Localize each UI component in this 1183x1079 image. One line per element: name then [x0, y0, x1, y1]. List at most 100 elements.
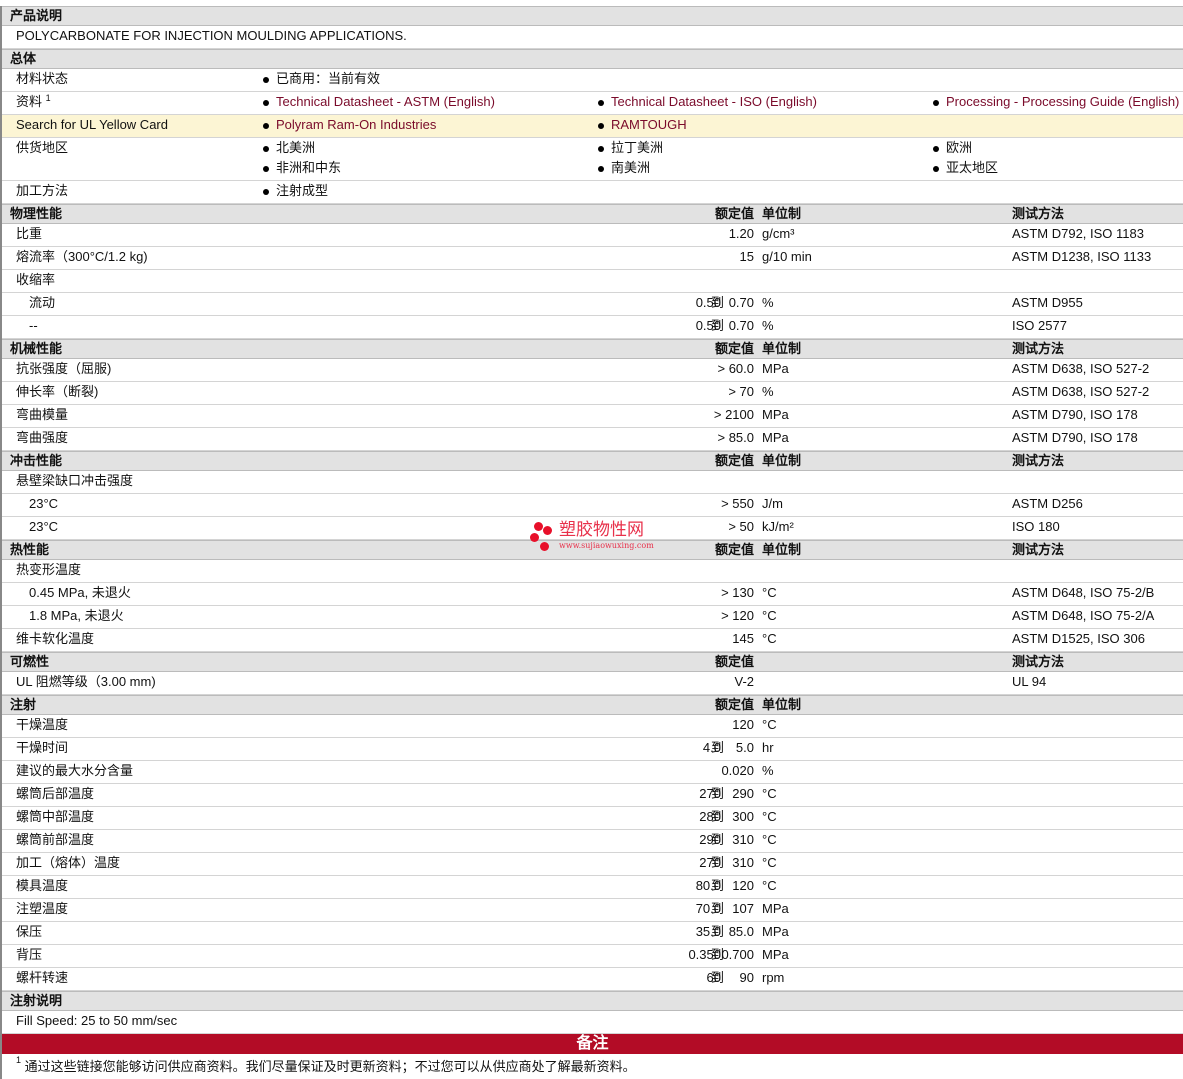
range-to: 到 — [711, 901, 725, 916]
logo-dot — [543, 526, 552, 535]
notes-banner: 备注 — [2, 1034, 1183, 1054]
property-unit: g/10 min — [762, 249, 812, 264]
footnote-ref[interactable]: 1 — [46, 93, 51, 103]
method-column-header: 测试方法 — [1012, 654, 1065, 669]
method-column-header: 测试方法 — [1012, 542, 1065, 557]
property-label: 注塑温度 — [16, 901, 69, 916]
property-unit: °C — [762, 878, 777, 893]
row-label: 供货地区 — [16, 140, 69, 155]
property-unit: hr — [762, 740, 774, 755]
watermark-url: www.sujiaowuxing.com — [559, 541, 654, 550]
property-row: 螺筒前部温度 290 到 310 °C — [2, 830, 1183, 853]
method-column-header: 测试方法 — [1012, 341, 1065, 356]
property-label: 23°C — [29, 519, 59, 534]
property-row: 螺杆转速 60 到 90 rpm — [2, 968, 1183, 991]
row-label: 加工方法 — [16, 183, 69, 198]
row-label: 资料 1 — [16, 92, 51, 112]
test-method: ASTM D790, ISO 178 — [1012, 407, 1138, 422]
footnote: 1 通过这些链接您能够访问供应商资料。我们尽量保证及时更新资料；不过您可以从供应… — [2, 1054, 1183, 1079]
property-label: 螺筒后部温度 — [16, 786, 95, 801]
link-polyram[interactable]: Polyram Ram-On Industries — [276, 117, 436, 132]
property-label: 建议的最大水分含量 — [16, 763, 134, 778]
property-unit: MPa — [762, 947, 789, 962]
property-value: > 85.0 — [717, 430, 754, 445]
property-row: 保压 35.0 到 85.0 MPa — [2, 922, 1183, 945]
link-datasheet-iso[interactable]: Technical Datasheet - ISO (English) — [611, 94, 817, 109]
property-label: 保压 — [16, 924, 43, 939]
link-datasheet-astm[interactable]: Technical Datasheet - ASTM (English) — [276, 94, 495, 109]
watermark-title: 塑胶物性网 — [559, 520, 644, 539]
range-to: 到 — [711, 809, 725, 824]
property-row: 0.45 MPa, 未退火 > 130 °C ASTM D648, ISO 75-2/… — [2, 583, 1183, 606]
section-header-injection-notes: 注射说明 — [2, 991, 1183, 1011]
section-title: 注射 — [10, 697, 37, 712]
property-row: 收缩率 — [2, 270, 1183, 293]
section-header: 机械性能 额定值 单位制 测试方法 — [2, 339, 1183, 359]
property-row: 干燥时间 4.0 到 5.0 hr — [2, 738, 1183, 761]
property-value: > 60.0 — [717, 361, 754, 376]
region-item: 亚太地区 — [932, 158, 998, 178]
description-text: POLYCARBONATE FOR INJECTION MOULDING APP… — [16, 28, 407, 43]
property-value: 145 — [732, 631, 754, 646]
link-processing-guide[interactable]: Processing - Processing Guide (English) — [946, 94, 1179, 109]
test-method: ISO 2577 — [1012, 318, 1067, 333]
section-header-description: 产品说明 — [2, 6, 1183, 26]
property-value: 0.020 — [721, 763, 754, 778]
section-title: 可燃性 — [10, 654, 50, 669]
property-unit: J/m — [762, 496, 783, 511]
property-unit: MPa — [762, 430, 789, 445]
property-row: 23°C > 550 J/m ASTM D256 — [2, 494, 1183, 517]
test-method: ASTM D955 — [1012, 295, 1083, 310]
section-header: 可燃性 额定值 测试方法 — [2, 652, 1183, 672]
unit-column-header: 单位制 — [762, 697, 802, 712]
property-label: 螺杆转速 — [16, 970, 69, 985]
notes-title: 备注 — [576, 1035, 609, 1052]
property-row: 流动 0.50 到 0.70% ASTM D955 — [2, 293, 1183, 316]
property-value: > 50 — [728, 519, 754, 534]
processing-method-row: 加工方法 注射成型 — [2, 181, 1183, 204]
property-value: 300 — [732, 809, 754, 824]
test-method: ISO 180 — [1012, 519, 1060, 534]
property-unit: °C — [762, 809, 777, 824]
section-header-general: 总体 — [2, 49, 1183, 69]
test-method: ASTM D638, ISO 527-2 — [1012, 361, 1150, 376]
property-row: 比重 1.20 g/cm³ ASTM D792, ISO 1183 — [2, 224, 1183, 247]
property-unit: MPa — [762, 361, 789, 376]
property-label: 螺筒中部温度 — [16, 809, 95, 824]
property-row: 螺筒后部温度 270 到 290 °C — [2, 784, 1183, 807]
property-value: 5.0 — [735, 740, 754, 755]
section-header: 冲击性能 额定值 单位制 测试方法 — [2, 451, 1183, 471]
property-row: -- 0.50 到 0.70% ISO 2577 — [2, 316, 1183, 339]
range-to: 到 — [711, 878, 725, 893]
logo-dot — [530, 533, 539, 542]
section-title: 总体 — [10, 51, 37, 66]
range-to: 到 — [711, 295, 725, 310]
property-value: 0.70 — [728, 318, 754, 333]
section-title: 热性能 — [10, 542, 50, 557]
property-row: 悬壁梁缺口冲击强度 — [2, 471, 1183, 494]
test-method: ASTM D648, ISO 75-2/B — [1012, 585, 1155, 600]
description-row: POLYCARBONATE FOR INJECTION MOULDING APP… — [2, 26, 1183, 49]
range-to: 到 — [711, 855, 725, 870]
documents-label: 资料 — [16, 94, 43, 109]
test-method: ASTM D1238, ISO 1133 — [1012, 249, 1152, 264]
link-ramtough[interactable]: RAMTOUGH — [611, 117, 687, 132]
watermark-logo: 塑胶物性网 www.sujiaowuxing.com — [530, 520, 660, 558]
material-status-value: 已商用：当前有效 — [262, 69, 380, 89]
property-value: 0.70 — [728, 295, 754, 310]
region-item: 拉丁美洲 — [597, 138, 663, 158]
test-method: ASTM D790, ISO 178 — [1012, 430, 1138, 445]
property-label: 伸长率（断裂) — [16, 384, 99, 399]
documents-row: 资料 1 Technical Datasheet - ASTM (English… — [2, 92, 1183, 115]
method-column-header: 测试方法 — [1012, 206, 1065, 221]
value-column-header: 额定值 — [714, 542, 754, 557]
property-row: 注塑温度 70.0 到 107 MPa — [2, 899, 1183, 922]
method-column-header: 测试方法 — [1012, 453, 1065, 468]
injection-notes-text: Fill Speed: 25 to 50 mm/sec — [16, 1013, 178, 1028]
property-label: 弯曲模量 — [16, 407, 69, 422]
value-column-header: 额定值 — [714, 453, 754, 468]
property-value: 310 — [732, 832, 754, 847]
property-label: 流动 — [29, 295, 56, 310]
section-title: 机械性能 — [10, 341, 63, 356]
property-row: 热变形温度 — [2, 560, 1183, 583]
